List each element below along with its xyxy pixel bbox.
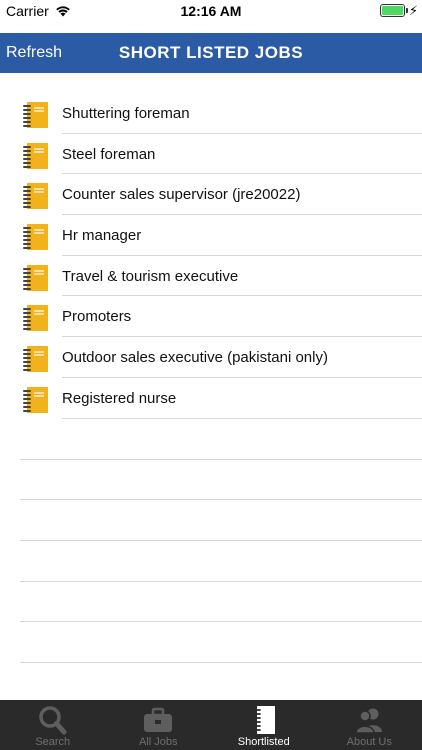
job-title: Counter sales supervisor (jre20022) bbox=[62, 186, 301, 204]
notebook-icon bbox=[23, 264, 48, 291]
list-item[interactable]: Registered nurse bbox=[0, 378, 422, 419]
refresh-button[interactable]: Refresh bbox=[6, 44, 62, 62]
empty-rows bbox=[0, 419, 422, 664]
notebook-icon bbox=[23, 305, 48, 332]
tab-about-us[interactable]: About Us bbox=[317, 700, 422, 750]
people-icon bbox=[355, 708, 383, 734]
list-item[interactable]: Outdoor sales executive (pakistani only) bbox=[0, 337, 422, 378]
shortlisted-jobs-list: Shuttering foreman Steel foreman Counter… bbox=[0, 93, 422, 419]
job-title: Promoters bbox=[62, 308, 132, 326]
charging-icon: ⚡ bbox=[409, 3, 419, 18]
empty-row bbox=[0, 460, 422, 501]
tab-search[interactable]: Search bbox=[0, 700, 106, 750]
list-item[interactable]: Promoters bbox=[0, 296, 422, 338]
job-title: Steel foreman bbox=[62, 145, 156, 163]
status-bar: Carrier 12:16 AM ⚡ bbox=[0, 0, 422, 22]
briefcase-icon bbox=[144, 707, 173, 732]
list-item[interactable]: Travel & tourism executive bbox=[0, 256, 422, 297]
empty-row bbox=[0, 541, 422, 582]
list-item[interactable]: Shuttering foreman bbox=[0, 93, 422, 134]
tab-label: Shortlisted bbox=[237, 736, 290, 748]
list-item[interactable]: Hr manager bbox=[0, 215, 422, 256]
search-icon bbox=[39, 706, 67, 735]
status-time: 12:16 AM bbox=[180, 3, 242, 19]
empty-row bbox=[0, 622, 422, 664]
notebook-icon bbox=[23, 224, 48, 251]
tab-shortlisted[interactable]: Shortlisted bbox=[211, 700, 317, 750]
empty-row bbox=[0, 500, 422, 542]
tab-all-jobs[interactable]: All Jobs bbox=[106, 700, 212, 750]
notebook-icon bbox=[252, 706, 275, 734]
notebook-icon bbox=[23, 102, 48, 128]
row-separator bbox=[20, 662, 422, 664]
nav-bar: Refresh SHORT LISTED JOBS bbox=[0, 33, 422, 73]
empty-row bbox=[0, 582, 422, 623]
notebook-icon bbox=[23, 386, 48, 413]
notebook-icon bbox=[23, 183, 48, 210]
list-item[interactable]: Steel foreman bbox=[0, 134, 422, 175]
empty-row bbox=[0, 419, 422, 460]
tab-label: About Us bbox=[346, 736, 392, 748]
notebook-icon bbox=[23, 346, 48, 373]
job-title: Registered nurse bbox=[62, 389, 177, 407]
notebook-icon bbox=[23, 142, 48, 169]
tab-bar: Search All Jobs Shortlisted About Us bbox=[0, 700, 422, 750]
page-title: SHORT LISTED JOBS bbox=[118, 43, 304, 62]
job-title: Hr manager bbox=[62, 227, 142, 245]
tab-label: All Jobs bbox=[138, 736, 178, 748]
job-title: Outdoor sales executive (pakistani only) bbox=[62, 349, 328, 367]
list-item[interactable]: Counter sales supervisor (jre20022) bbox=[0, 174, 422, 216]
battery-icon: ⚡ bbox=[380, 3, 418, 18]
job-title: Shuttering foreman bbox=[62, 105, 190, 122]
tab-label: Search bbox=[35, 736, 71, 748]
job-title: Travel & tourism executive bbox=[62, 267, 239, 285]
